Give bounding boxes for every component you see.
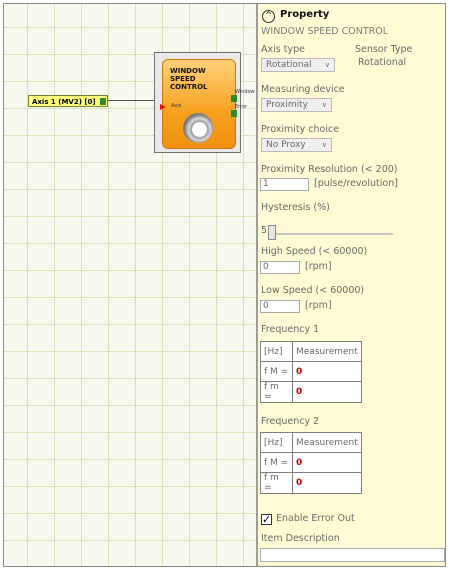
checkmark-icon: ✓ [262,513,272,526]
fmax-label: f M = [260,361,293,382]
enable-error-out-checkbox[interactable]: ✓ [261,514,272,525]
block-title: WINDOW SPEED CONTROL [170,67,208,91]
proximity-choice-select[interactable]: No Proxy ∨ [261,138,332,152]
sensor-type-value: Rotational [358,57,407,68]
proximity-choice-label: Proximity choice [261,124,340,135]
block-title-line-1: WINDOW [170,67,206,75]
low-speed-input[interactable]: 0 [260,300,300,313]
frequency-2-table: [Hz] Measurement f M = 0 f m = 0 [260,432,362,494]
proximity-resolution-label: Proximity Resolution (< 200) [261,164,398,175]
table-row: f m = 0 [260,472,362,494]
chevron-down-icon: ∨ [321,141,327,149]
hysteresis-value: 5 [261,225,268,236]
fmax-value: 0 [292,361,362,382]
window-speed-control-block[interactable]: WINDOW SPEED CONTROL Axis Window Error [154,52,255,153]
schematic-canvas[interactable]: Axis 1 (MV2) [0] WINDOW SPEED CONTROL Ax… [4,4,256,566]
error-output-port[interactable] [231,110,237,117]
measuring-device-value: Proximity [266,100,308,110]
fmax-label: f M = [260,452,293,473]
input-label-axis: Axis [171,103,182,109]
low-speed-label: Low Speed (< 60000) [261,285,365,296]
table-row: f M = 0 [260,361,362,382]
frequency-1-label: Frequency 1 [261,324,320,335]
encoder-drum-icon [183,113,213,143]
block-body: WINDOW SPEED CONTROL Axis [160,59,236,149]
chevron-up-icon[interactable]: ^ [262,10,275,23]
hysteresis-label: Hysteresis (%) [261,202,330,213]
fmin-label: f m = [260,381,293,403]
hysteresis-slider-track[interactable] [276,233,393,235]
block-title-line-2: SPEED [170,75,196,83]
fmin-value: 0 [292,381,362,403]
proximity-choice-value: No Proxy [266,140,306,150]
table-row: [Hz] Measurement [260,432,362,453]
table-header-measurement: Measurement [292,432,362,453]
block-title-line-3: CONTROL [170,83,208,91]
table-row: f M = 0 [260,452,362,473]
axis-type-label: Axis type [261,44,305,55]
high-speed-input[interactable]: 0 [260,261,300,274]
axis-type-select[interactable]: Rotational ∨ [261,58,335,72]
item-description-label: Item Description [261,533,340,544]
axis-output-port[interactable] [100,98,106,105]
measuring-device-label: Measuring device [261,84,345,95]
axis-type-value: Rotational [266,60,312,70]
fmin-label: f m = [260,472,293,494]
frequency-1-table: [Hz] Measurement f M = 0 f m = 0 [260,341,362,403]
table-row: [Hz] Measurement [260,341,362,362]
frequency-2-label: Frequency 2 [261,416,320,427]
measuring-device-select[interactable]: Proximity ∨ [261,98,332,112]
table-header-measurement: Measurement [292,341,362,362]
low-speed-unit: [rpm] [305,300,332,311]
axis-input-label: Axis 1 (MV2) [0] [32,98,96,106]
high-speed-unit: [rpm] [305,261,332,272]
fmax-value: 0 [292,452,362,473]
sensor-type-label: Sensor Type [355,44,413,55]
table-header-hz: [Hz] [260,432,293,453]
table-header-hz: [Hz] [260,341,293,362]
proximity-resolution-input[interactable]: 1 [260,178,309,191]
enable-error-out-label: Enable Error Out [276,513,355,524]
fmin-value: 0 [292,472,362,494]
output-label-error: Error [235,104,248,110]
output-label-window: Window [235,89,255,95]
item-description-input[interactable] [260,548,445,562]
property-header: Property [280,9,330,20]
axis-input-block[interactable]: Axis 1 (MV2) [0] [28,95,108,107]
block-subtitle: WINDOW SPEED CONTROL [261,26,388,37]
proximity-resolution-unit: [pulse/revolution] [314,178,398,189]
hysteresis-slider-thumb[interactable] [268,225,276,240]
chevron-down-icon: ∨ [324,61,330,69]
property-panel: ^ Property WINDOW SPEED CONTROL Axis typ… [258,4,445,566]
input-arrow-icon[interactable] [160,104,166,110]
table-row: f m = 0 [260,381,362,403]
window-output-port[interactable] [231,95,237,102]
high-speed-label: High Speed (< 60000) [261,246,368,257]
chevron-down-icon: ∨ [321,101,327,109]
